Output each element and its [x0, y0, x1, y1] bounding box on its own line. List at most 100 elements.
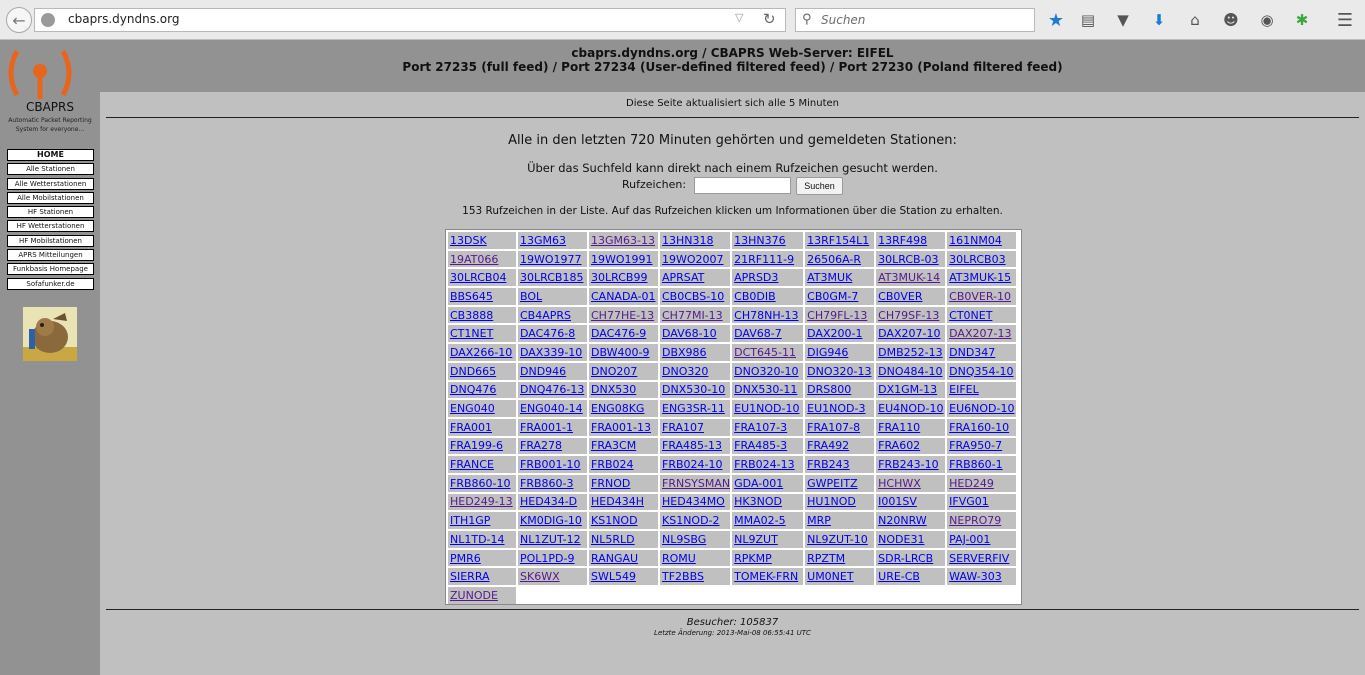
chevron-down-icon[interactable]: ▽ [735, 11, 743, 24]
station-link[interactable]: SERVERFIV [949, 552, 1009, 565]
station-link[interactable]: NL9SBG [662, 533, 706, 546]
station-link[interactable]: DCT645-11 [734, 346, 796, 359]
station-link[interactable]: GWPEITZ [807, 477, 857, 490]
station-link[interactable]: FRB024 [591, 458, 634, 471]
station-link[interactable]: 26506A-R [807, 253, 861, 266]
station-link[interactable]: FRB243 [807, 458, 850, 471]
station-link[interactable]: CT1NET [450, 327, 493, 340]
nav-item-home[interactable]: HOME [7, 149, 94, 161]
station-link[interactable]: DAV68-10 [662, 327, 717, 340]
station-link[interactable]: CB3888 [450, 309, 493, 322]
station-link[interactable]: EU6NOD-10 [949, 402, 1014, 415]
station-link[interactable]: FRA199-6 [450, 439, 503, 452]
station-link[interactable]: CH78NH-13 [734, 309, 798, 322]
station-link[interactable]: FRA602 [878, 439, 920, 452]
station-link[interactable]: HK3NOD [734, 495, 782, 508]
station-link[interactable]: RPZTM [807, 552, 845, 565]
station-link[interactable]: FRB860-1 [949, 458, 1002, 471]
station-link[interactable]: DNQ354-10 [949, 365, 1013, 378]
callsign-input[interactable] [694, 177, 791, 194]
station-link[interactable]: FRANCE [450, 458, 494, 471]
station-link[interactable]: 13DSK [450, 234, 487, 247]
url-text[interactable]: cbaprs.dyndns.org [68, 12, 179, 26]
station-link[interactable]: FRA110 [878, 421, 920, 434]
station-link[interactable]: ZUNODE [450, 589, 498, 602]
station-link[interactable]: PAJ-001 [949, 533, 990, 546]
station-link[interactable]: SIERRA [450, 570, 490, 583]
station-link[interactable]: FRB024-10 [662, 458, 722, 471]
station-link[interactable]: FRB024-13 [734, 458, 794, 471]
station-link[interactable]: DMB252-13 [878, 346, 942, 359]
station-link[interactable]: CANADA-01 [591, 290, 656, 303]
station-link[interactable]: RPKMP [734, 552, 772, 565]
nav-item-alle-wetterstationen[interactable]: Alle Wetterstationen [7, 177, 94, 190]
nav-item-funkbasis-homepage[interactable]: Funkbasis Homepage [7, 263, 94, 276]
station-link[interactable]: FRA001-13 [591, 421, 651, 434]
station-link[interactable]: DAC476-8 [520, 327, 575, 340]
station-link[interactable]: NL1ZUT-12 [520, 533, 581, 546]
station-link[interactable]: AT3MUK [807, 271, 852, 284]
nav-item-alle-mobilstationen[interactable]: Alle Mobilstationen [7, 191, 94, 204]
station-link[interactable]: DAX207-10 [878, 327, 940, 340]
station-link[interactable]: ENG3SR-11 [662, 402, 725, 415]
station-link[interactable]: DAX207-13 [949, 327, 1011, 340]
station-link[interactable]: KS1NOD-2 [662, 514, 720, 527]
station-link[interactable]: DNQ476 [450, 383, 496, 396]
station-link[interactable]: SK6WX [520, 570, 560, 583]
station-link[interactable]: KS1NOD [591, 514, 638, 527]
mascot-image[interactable] [23, 307, 77, 361]
station-link[interactable]: FRNSYSMAN [662, 477, 730, 490]
station-link[interactable]: NL9ZUT [734, 533, 778, 546]
station-link[interactable]: FRNOD [591, 477, 630, 490]
station-link[interactable]: DX1GM-13 [878, 383, 937, 396]
station-link[interactable]: DAX266-10 [450, 346, 512, 359]
chat-icon[interactable]: ☻ [1220, 9, 1242, 31]
nav-item-hf-stationen[interactable]: HF Stationen [7, 206, 94, 219]
station-link[interactable]: HU1NOD [807, 495, 856, 508]
addon-puzzle-icon[interactable]: ✱ [1291, 9, 1313, 31]
station-link[interactable]: FRA278 [520, 439, 562, 452]
nav-item-alle-stationen[interactable]: Alle Stationen [7, 163, 94, 176]
station-link[interactable]: FRB860-3 [520, 477, 573, 490]
station-link[interactable]: DAV68-7 [734, 327, 782, 340]
station-link[interactable]: N20NRW [878, 514, 927, 527]
station-link[interactable]: 30LRCB04 [450, 271, 506, 284]
station-link[interactable]: DND946 [520, 365, 566, 378]
station-link[interactable]: PMR6 [450, 552, 481, 565]
station-link[interactable]: FRB860-10 [450, 477, 510, 490]
station-link[interactable]: GDA-001 [734, 477, 783, 490]
station-link[interactable]: CH77MI-13 [662, 309, 723, 322]
station-link[interactable]: 13GM63-13 [591, 234, 655, 247]
station-link[interactable]: NL5RLD [591, 533, 635, 546]
station-link[interactable]: FRB001-10 [520, 458, 580, 471]
station-link[interactable]: FRA107-8 [807, 421, 860, 434]
download-icon[interactable]: ⬇ [1148, 9, 1170, 31]
station-link[interactable]: AT3MUK-14 [878, 271, 940, 284]
station-link[interactable]: CB0GM-7 [807, 290, 858, 303]
station-link[interactable]: DNQ476-13 [520, 383, 584, 396]
station-link[interactable]: FRA485-13 [662, 439, 722, 452]
station-link[interactable]: FRA492 [807, 439, 849, 452]
station-link[interactable]: IFVG01 [949, 495, 989, 508]
station-link[interactable]: MMA02-5 [734, 514, 785, 527]
station-link[interactable]: HED434MO [662, 495, 725, 508]
station-link[interactable]: DNO484-10 [878, 365, 942, 378]
station-link[interactable]: FRA001-1 [520, 421, 573, 434]
station-link[interactable]: POL1PD-9 [520, 552, 575, 565]
station-link[interactable]: CH79FL-13 [807, 309, 867, 322]
station-link[interactable]: DNX530 [591, 383, 636, 396]
station-link[interactable]: DAX200-1 [807, 327, 862, 340]
reading-list-icon[interactable]: ▤ [1077, 9, 1099, 31]
station-link[interactable]: RANGAU [591, 552, 638, 565]
station-link[interactable]: ENG040 [450, 402, 495, 415]
station-link[interactable]: AT3MUK-15 [949, 271, 1011, 284]
station-link[interactable]: HED249-13 [450, 495, 513, 508]
station-link[interactable]: EU1NOD-10 [734, 402, 799, 415]
pocket-icon[interactable]: ▼ [1112, 9, 1134, 31]
station-link[interactable]: SWL549 [591, 570, 636, 583]
nav-item-sofafunker[interactable]: Sofafunker.de [7, 277, 94, 290]
station-link[interactable]: DNO320 [662, 365, 708, 378]
station-link[interactable]: CB0CBS-10 [662, 290, 724, 303]
station-link[interactable]: CB0VER-10 [949, 290, 1011, 303]
station-link[interactable]: APRSD3 [734, 271, 778, 284]
